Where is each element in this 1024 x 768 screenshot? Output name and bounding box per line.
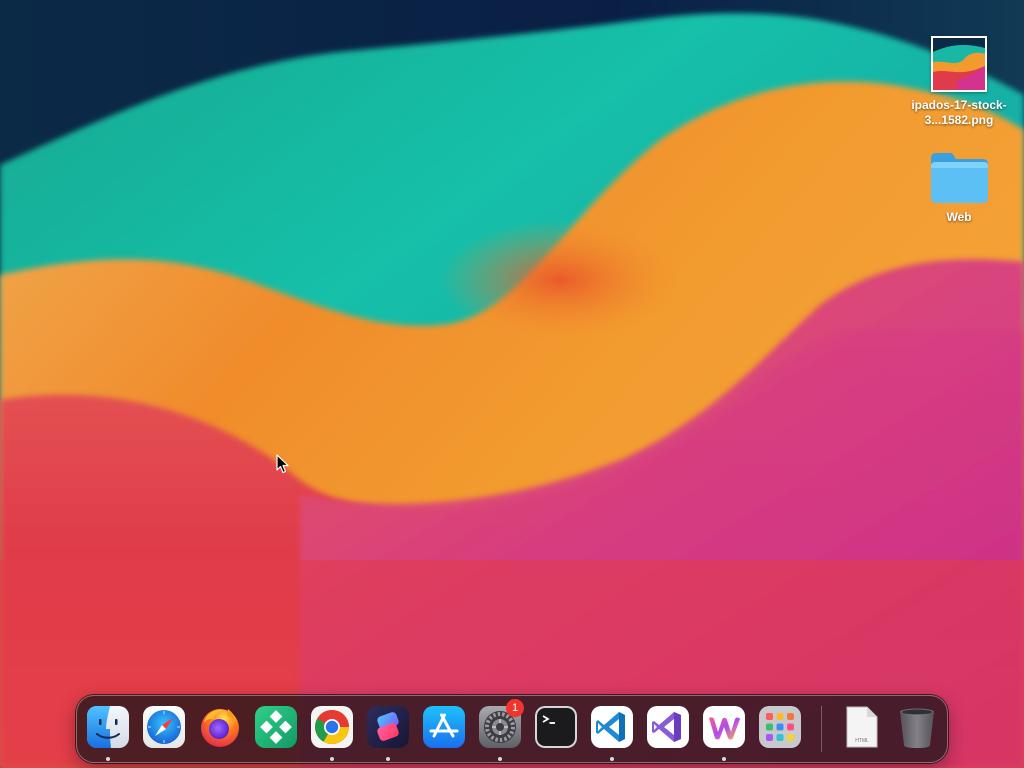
- running-indicator: [722, 757, 726, 761]
- notification-badge: 1: [506, 699, 524, 717]
- running-indicator: [106, 757, 110, 761]
- trash-icon: [900, 708, 934, 748]
- terminal-icon: [535, 706, 577, 748]
- dock-app-store[interactable]: [422, 705, 466, 749]
- dock-terminal[interactable]: [534, 705, 578, 749]
- dock-finder[interactable]: [86, 705, 130, 761]
- image-thumbnail-icon: [931, 36, 987, 92]
- visual-studio-icon: [647, 706, 689, 748]
- folder-icon: [931, 153, 988, 203]
- desktop-item-label: Web: [946, 210, 972, 224]
- dock-shortcuts[interactable]: [366, 705, 410, 761]
- dock-navigator[interactable]: [254, 705, 298, 749]
- running-indicator: [610, 757, 614, 761]
- firefox-icon: [201, 709, 239, 747]
- dock-vscode[interactable]: [590, 705, 634, 761]
- vscode-icon: [591, 706, 633, 748]
- desktop-item-image-file[interactable]: ipados-17-stock-3...1582.png: [899, 36, 1019, 128]
- dock-system-settings[interactable]: 1: [478, 699, 524, 761]
- dock-safari[interactable]: [142, 705, 186, 749]
- desktop[interactable]: ipados-17-stock-3...1582.png Web 1 HTML: [0, 0, 1024, 768]
- app-store-icon: [423, 706, 465, 748]
- dock-html-document[interactable]: HTML: [839, 705, 883, 749]
- running-indicator: [330, 757, 334, 761]
- shortcuts-icon: [367, 706, 409, 748]
- desktop-item-folder[interactable]: Web: [899, 150, 1019, 225]
- dock: 1 HTML: [76, 695, 948, 763]
- dock-launchpad[interactable]: [758, 705, 802, 749]
- mouse-cursor-icon: [276, 454, 289, 474]
- dock-trash[interactable]: [895, 705, 939, 749]
- running-indicator: [498, 757, 502, 761]
- launchpad-grid-icon: [759, 706, 801, 748]
- finder-icon: [87, 706, 129, 748]
- dock-webflow[interactable]: [702, 705, 746, 761]
- running-indicator: [386, 757, 390, 761]
- w-logo-icon: [703, 706, 745, 748]
- file-type-label: HTML: [855, 738, 869, 744]
- wallpaper: [0, 0, 1024, 768]
- dock-divider: [821, 706, 822, 752]
- desktop-item-label: ipados-17-stock-3...1582.png: [911, 98, 1007, 127]
- diamond-grid-icon: [255, 706, 297, 748]
- dock-firefox[interactable]: [198, 705, 242, 749]
- chrome-icon: [311, 706, 353, 748]
- html-file-icon: HTML: [846, 706, 878, 748]
- safari-icon: [143, 706, 185, 748]
- dock-visual-studio[interactable]: [646, 705, 690, 749]
- dock-chrome[interactable]: [310, 705, 354, 761]
